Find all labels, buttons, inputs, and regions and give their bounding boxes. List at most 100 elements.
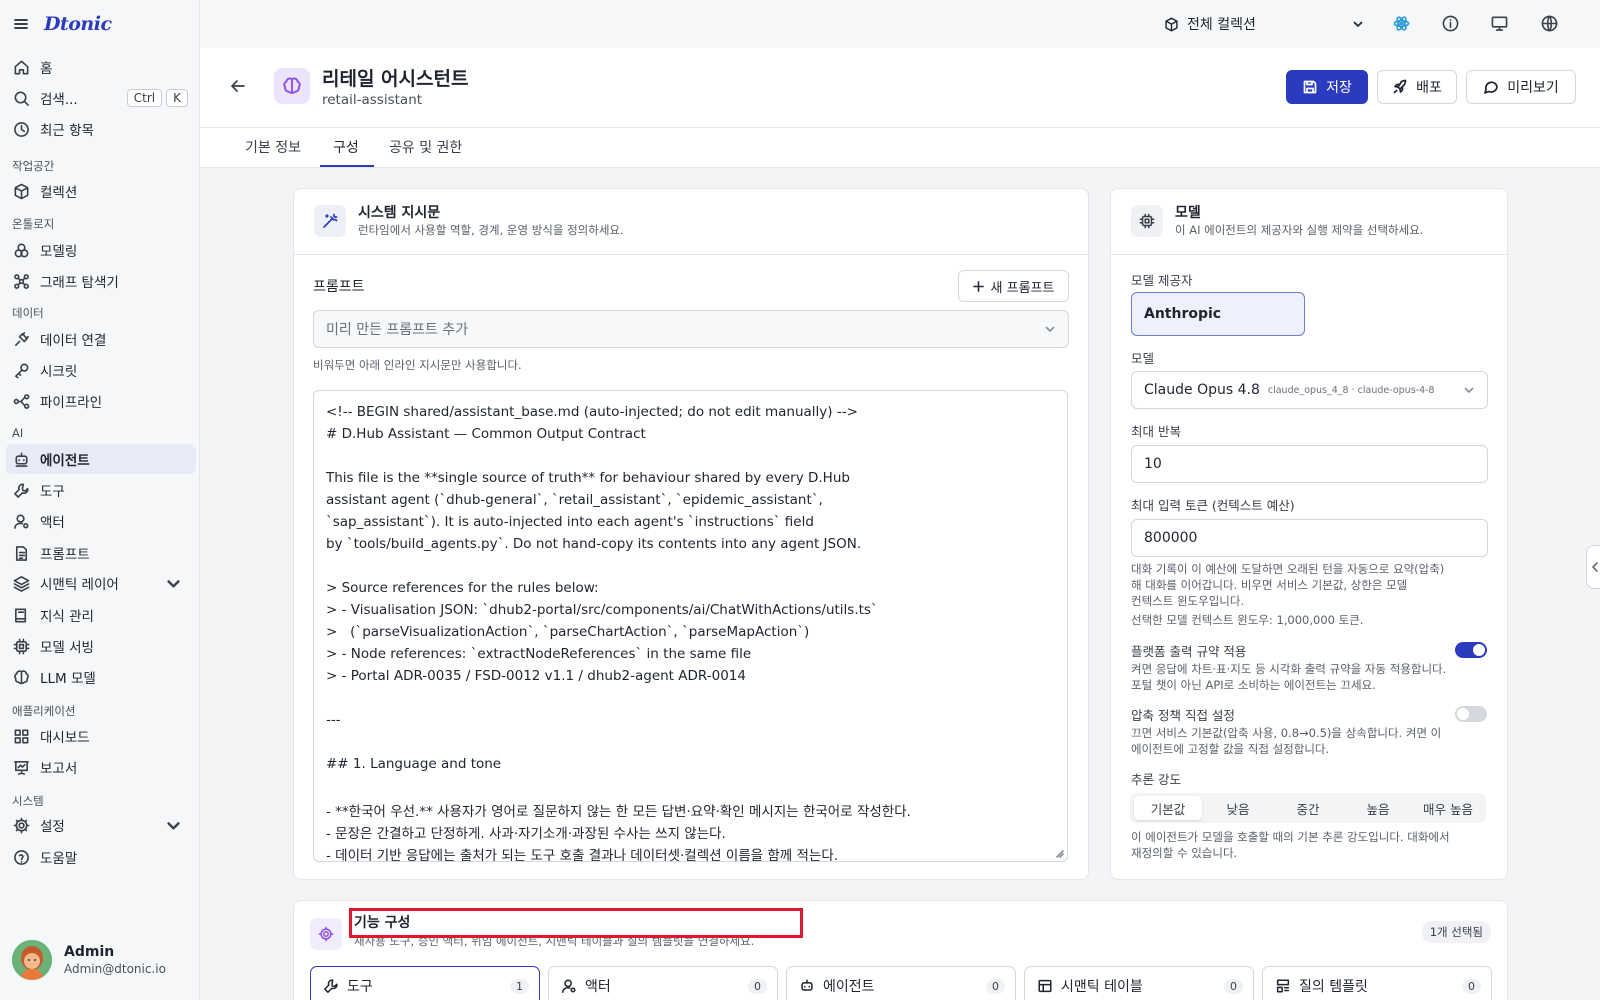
nav-settings[interactable]: 설정 bbox=[6, 810, 196, 840]
tab-sharing[interactable]: 공유 및 권한 bbox=[389, 137, 462, 157]
avatar bbox=[12, 940, 52, 980]
nav-dashboard[interactable]: 대시보드 bbox=[6, 721, 196, 751]
collection-selector[interactable]: 전체 컬렉션 bbox=[1164, 12, 1364, 36]
plus-icon bbox=[972, 280, 984, 292]
editor-line: <!-- BEGIN shared/assistant_base.md (aut… bbox=[326, 404, 858, 420]
editor-line: - 데이터 기반 응답에는 출처가 되는 도구 호출 결과나 데이터셋·컬렉션 … bbox=[326, 848, 839, 862]
editor-line: assistant agent (`dhub-general`, `retail… bbox=[326, 492, 823, 508]
topbar: 전체 컬렉션 bbox=[200, 0, 1600, 48]
cap-tab-semantic-tables[interactable]: 시맨틱 테이블 0 bbox=[1024, 966, 1254, 1000]
prompt-label: 프롬프트 bbox=[313, 279, 365, 295]
nav-llm[interactable]: LLM 모델 bbox=[6, 662, 196, 692]
reasoning-label: 추론 강도 bbox=[1131, 772, 1181, 787]
cap-tab-label: 도구 bbox=[347, 979, 373, 995]
plug-icon bbox=[15, 331, 29, 346]
tab-bar: 기본 정보 구성 공유 및 권한 bbox=[200, 128, 1600, 168]
active-tab-indicator bbox=[320, 165, 374, 167]
nav-knowledge[interactable]: 지식 관리 bbox=[6, 600, 196, 630]
chevron-down-icon bbox=[167, 579, 180, 588]
iterations-input[interactable]: 10 bbox=[1131, 445, 1488, 483]
system-prompt-desc: 런타임에서 사용할 역할, 경계, 운영 방식을 정의하세요. bbox=[358, 223, 624, 237]
compress-label: 압축 정책 직접 설정 bbox=[1131, 708, 1235, 723]
info-icon[interactable] bbox=[1442, 15, 1459, 32]
home-icon bbox=[14, 60, 29, 74]
user-email: Admin@dtonic.io bbox=[64, 962, 166, 976]
cap-tab-count: 1 bbox=[510, 979, 529, 994]
editor-line: - **한국어 우선.** 사용자가 영어로 질문하지 않는 한 모든 답변·요… bbox=[326, 804, 911, 820]
editor-line: `sap_assistant`). It is auto-injected in… bbox=[326, 514, 814, 530]
nav-data-connection[interactable]: 데이터 연결 bbox=[6, 324, 196, 354]
page-header: 리테일 어시스턴트 retail-assistant 저장 배포 미리보기 bbox=[200, 48, 1600, 128]
nav-search[interactable]: 검색... Ctrl K bbox=[6, 83, 196, 113]
platform-label: 플랫폼 출력 규약 적용 bbox=[1131, 644, 1247, 659]
platform-toggle[interactable] bbox=[1455, 642, 1487, 658]
nav-help[interactable]: 도움말 bbox=[6, 842, 196, 872]
compress-toggle[interactable] bbox=[1455, 706, 1487, 722]
compress-hint: 끄면 서비스 기본값(압축 사용, 0.8→0.5)을 상속합니다. 켜면 이 … bbox=[1131, 726, 1442, 756]
nav-serving[interactable]: 모델 서빙 bbox=[6, 631, 196, 661]
message-icon bbox=[1484, 81, 1499, 94]
nav-graph[interactable]: 그래프 탐색기 bbox=[6, 266, 196, 296]
tab-config[interactable]: 구성 bbox=[333, 137, 359, 157]
cap-tab-query-templates[interactable]: 질의 템플릿 0 bbox=[1262, 966, 1492, 1000]
app-logo[interactable]: Dtonic bbox=[44, 13, 112, 35]
brain-icon bbox=[14, 669, 29, 684]
preview-button[interactable]: 미리보기 bbox=[1466, 70, 1576, 104]
file-text-icon bbox=[15, 545, 28, 561]
tokens-hint: 대화 기록이 이 예산에 도달하면 오래된 턴을 자동으로 요약(압축) 해 대… bbox=[1131, 562, 1445, 627]
nav-secret[interactable]: 시크릿 bbox=[6, 355, 196, 385]
nav-tool[interactable]: 도구 bbox=[6, 475, 196, 505]
cap-tab-count: 0 bbox=[748, 979, 767, 994]
instruction-editor[interactable]: <!-- BEGIN shared/assistant_base.md (aut… bbox=[313, 390, 1068, 862]
nav-report[interactable]: 보고서 bbox=[6, 752, 196, 782]
save-button[interactable]: 저장 bbox=[1286, 70, 1368, 104]
cap-tab-agents[interactable]: 에이전트 0 bbox=[786, 966, 1016, 1000]
nav-prompt[interactable]: 프롬프트 bbox=[6, 538, 196, 568]
new-prompt-button[interactable]: 새 프롬프트 bbox=[958, 270, 1069, 302]
platform-hint: 켜면 응답에 차트·표·지도 등 시각화 출력 규약을 자동 적용합니다. 포털… bbox=[1131, 662, 1447, 692]
tab-basic-info[interactable]: 기본 정보 bbox=[245, 137, 301, 157]
user-profile[interactable]: Admin Admin@dtonic.io bbox=[12, 940, 166, 980]
nav-collection[interactable]: 컬렉션 bbox=[6, 176, 196, 206]
provider-select[interactable]: Anthropic bbox=[1131, 292, 1305, 336]
tokens-input[interactable]: 800000 bbox=[1131, 519, 1488, 557]
deploy-button[interactable]: 배포 bbox=[1377, 70, 1457, 104]
prompt-template-select[interactable]: 미리 만든 프롬프트 추가 bbox=[313, 310, 1069, 348]
back-icon[interactable] bbox=[230, 78, 246, 94]
user-cog-icon bbox=[14, 514, 29, 529]
iterations-label: 최대 반복 bbox=[1131, 424, 1181, 439]
react-icon[interactable] bbox=[1393, 15, 1410, 32]
nav-semantic[interactable]: 시맨틱 레이어 bbox=[6, 568, 196, 598]
nav-actor[interactable]: 액터 bbox=[6, 506, 196, 536]
nav-agent[interactable]: 에이전트 bbox=[6, 444, 196, 474]
cpu-icon bbox=[13, 638, 30, 654]
cap-tab-tools[interactable]: 도구 1 bbox=[310, 966, 540, 1000]
search-icon bbox=[14, 91, 29, 106]
reasoning-hint: 이 에이전트가 모델을 호출할 때의 기본 추론 강도입니다. 대화에서 재정의… bbox=[1131, 830, 1450, 860]
cpu-icon bbox=[1131, 205, 1163, 237]
reasoning-option[interactable]: 높음 bbox=[1344, 796, 1412, 820]
model-desc: 이 AI 에이전트의 제공자와 실행 제약을 선택하세요. bbox=[1175, 223, 1424, 237]
tokens-label: 최대 입력 토큰 (컨텍스트 예산) bbox=[1131, 498, 1295, 513]
reasoning-option[interactable]: 낮음 bbox=[1204, 796, 1272, 820]
model-select[interactable]: Claude Opus 4.8 claude_opus_4_8 · claude… bbox=[1131, 371, 1488, 409]
panel-collapse-handle[interactable] bbox=[1586, 545, 1600, 589]
nav-pipeline[interactable]: 파이프라인 bbox=[6, 386, 196, 416]
prompt-hint: 비워두면 아래 인라인 지시문만 사용합니다. bbox=[313, 358, 522, 372]
bot-icon bbox=[801, 979, 813, 991]
wrench-icon bbox=[14, 483, 29, 498]
reasoning-option[interactable]: 매우 높음 bbox=[1414, 796, 1482, 820]
globe-icon[interactable] bbox=[1541, 15, 1558, 32]
template-icon bbox=[1276, 979, 1290, 993]
nav-home[interactable]: 홈 bbox=[6, 52, 196, 82]
reasoning-option[interactable]: 기본값 bbox=[1134, 796, 1202, 820]
reasoning-option[interactable]: 중간 bbox=[1274, 796, 1342, 820]
nav-recent[interactable]: 최근 항목 bbox=[6, 114, 196, 144]
graph-icon bbox=[14, 273, 29, 289]
cap-tab-count: 0 bbox=[1224, 979, 1243, 994]
editor-line: > (`parseVisualizationAction`, `parseCha… bbox=[326, 624, 810, 640]
monitor-icon[interactable] bbox=[1491, 15, 1508, 32]
nav-modeling[interactable]: 모델링 bbox=[6, 235, 196, 265]
menu-icon[interactable] bbox=[14, 17, 28, 31]
cap-tab-actors[interactable]: 액터 0 bbox=[548, 966, 778, 1000]
